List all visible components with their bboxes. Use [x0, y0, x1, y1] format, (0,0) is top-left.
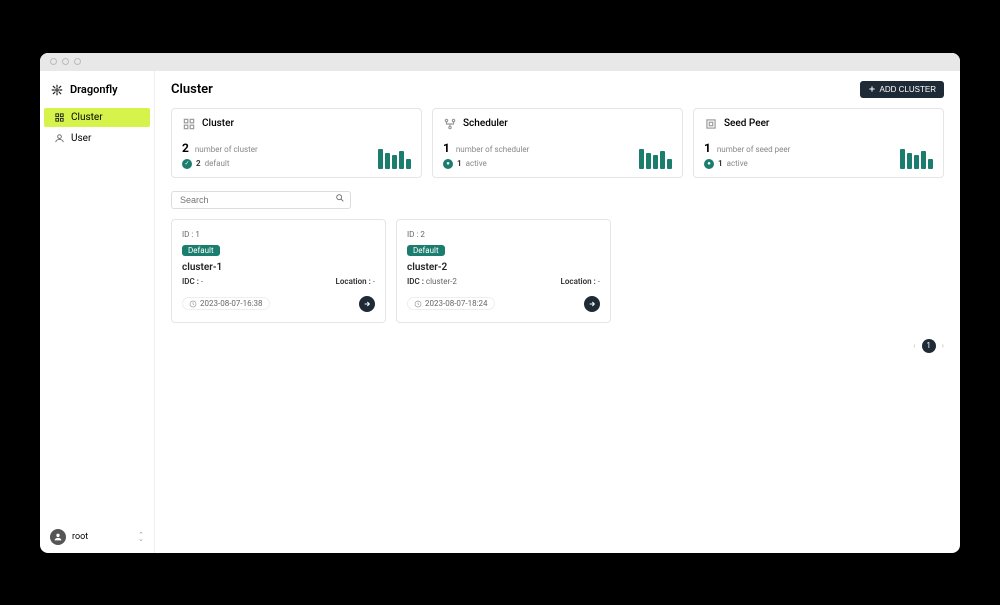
- timestamp-chip: 2023-08-07-18:24: [407, 297, 495, 310]
- user-icon: [54, 133, 65, 144]
- page-title: Cluster: [171, 82, 213, 97]
- bar-chart-icon: [900, 149, 933, 169]
- stat-card-cluster: Cluster 2 number of cluster ✓ 2 default: [171, 108, 422, 178]
- user-menu-chevron-icon[interactable]: ⌃⌄: [138, 533, 144, 541]
- pagination: ‹ 1 ›: [913, 339, 944, 353]
- scheduler-stat-icon: [443, 117, 457, 131]
- idc-label: IDC :: [182, 277, 199, 286]
- location-label: Location :: [336, 277, 371, 286]
- stat-card-scheduler: Scheduler 1 number of scheduler ● 1 acti…: [432, 108, 683, 178]
- sidebar-item-user[interactable]: User: [44, 129, 150, 148]
- stat-value: 1: [443, 141, 450, 155]
- sidebar-item-label: Cluster: [71, 112, 103, 123]
- cluster-name: cluster-2: [407, 262, 600, 273]
- cluster-id: ID : 2: [407, 230, 600, 239]
- idc-value: cluster-2: [426, 277, 457, 286]
- cluster-name: cluster-1: [182, 262, 375, 273]
- stat-value: 1: [704, 141, 711, 155]
- idc-label: IDC :: [407, 277, 424, 286]
- add-cluster-label: ADD CLUSTER: [880, 85, 936, 94]
- cluster-stat-icon: [182, 117, 196, 131]
- timestamp-value: 2023-08-07-16:38: [200, 299, 263, 308]
- add-cluster-button[interactable]: ADD CLUSTER: [860, 81, 944, 98]
- stat-title: Cluster: [202, 118, 234, 129]
- stat-status-value: 1: [718, 159, 723, 168]
- active-icon: ●: [443, 159, 453, 169]
- window-close-icon[interactable]: [50, 58, 57, 65]
- stat-status-label: default: [205, 159, 230, 168]
- stat-card-seed-peer: Seed Peer 1 number of seed peer ● 1 acti…: [693, 108, 944, 178]
- main-content: Cluster ADD CLUSTER Cluster: [155, 71, 960, 553]
- cluster-icon: [54, 112, 65, 123]
- sidebar-item-label: User: [71, 133, 91, 144]
- brand-logo-icon: [50, 83, 64, 97]
- plus-icon: [868, 85, 876, 93]
- clock-icon: [189, 300, 197, 308]
- cluster-card: ID : 2 Default cluster-2 IDC : cluster-2…: [396, 219, 611, 323]
- page-header: Cluster ADD CLUSTER: [171, 81, 944, 98]
- cluster-card: ID : 1 Default cluster-1 IDC : - Locatio…: [171, 219, 386, 323]
- search-input[interactable]: [171, 191, 351, 209]
- brand-name: Dragonfly: [70, 83, 118, 96]
- open-cluster-button[interactable]: [584, 296, 600, 312]
- bar-chart-icon: [378, 149, 411, 169]
- sidebar-footer[interactable]: root ⌃⌄: [40, 521, 154, 553]
- stat-title: Scheduler: [463, 118, 508, 129]
- default-badge: Default: [182, 245, 220, 256]
- cluster-grid: ID : 1 Default cluster-1 IDC : - Locatio…: [171, 219, 944, 323]
- stat-value: 2: [182, 141, 189, 155]
- idc-value: -: [201, 277, 203, 286]
- stat-subtitle: number of seed peer: [717, 145, 790, 154]
- stat-status-value: 1: [457, 159, 462, 168]
- pagination-page-current[interactable]: 1: [922, 339, 936, 353]
- arrow-right-icon: [363, 300, 371, 308]
- location-value: -: [373, 277, 375, 286]
- stat-status-label: active: [466, 159, 487, 168]
- avatar-user-icon: [53, 532, 63, 542]
- window-maximize-icon[interactable]: [74, 58, 81, 65]
- pagination-prev[interactable]: ‹: [913, 341, 915, 350]
- open-cluster-button[interactable]: [359, 296, 375, 312]
- timestamp-value: 2023-08-07-18:24: [425, 299, 488, 308]
- location-label: Location :: [561, 277, 596, 286]
- app-window: Dragonfly Cluster User root: [40, 53, 960, 553]
- current-user-name: root: [72, 532, 88, 542]
- active-icon: ●: [704, 159, 714, 169]
- sidebar-item-cluster[interactable]: Cluster: [44, 108, 150, 127]
- brand: Dragonfly: [40, 83, 154, 107]
- bar-chart-icon: [639, 149, 672, 169]
- search-row: [171, 188, 944, 209]
- location-value: -: [598, 277, 600, 286]
- stat-status-value: 2: [196, 159, 201, 168]
- pagination-next[interactable]: ›: [942, 341, 944, 350]
- seed-peer-stat-icon: [704, 117, 718, 131]
- search-box: [171, 188, 351, 209]
- window-titlebar: [40, 53, 960, 71]
- stat-title: Seed Peer: [724, 118, 769, 129]
- default-badge: Default: [407, 245, 445, 256]
- cluster-id: ID : 1: [182, 230, 375, 239]
- stats-row: Cluster 2 number of cluster ✓ 2 default: [171, 108, 944, 178]
- clock-icon: [414, 300, 422, 308]
- app-body: Dragonfly Cluster User root: [40, 71, 960, 553]
- timestamp-chip: 2023-08-07-16:38: [182, 297, 270, 310]
- stat-subtitle: number of cluster: [195, 145, 258, 154]
- search-icon[interactable]: [335, 193, 345, 203]
- arrow-right-icon: [588, 300, 596, 308]
- stat-status-label: active: [727, 159, 748, 168]
- window-minimize-icon[interactable]: [62, 58, 69, 65]
- stat-subtitle: number of scheduler: [456, 145, 529, 154]
- sidebar: Dragonfly Cluster User root: [40, 71, 155, 553]
- avatar: [50, 529, 66, 545]
- check-icon: ✓: [182, 159, 192, 169]
